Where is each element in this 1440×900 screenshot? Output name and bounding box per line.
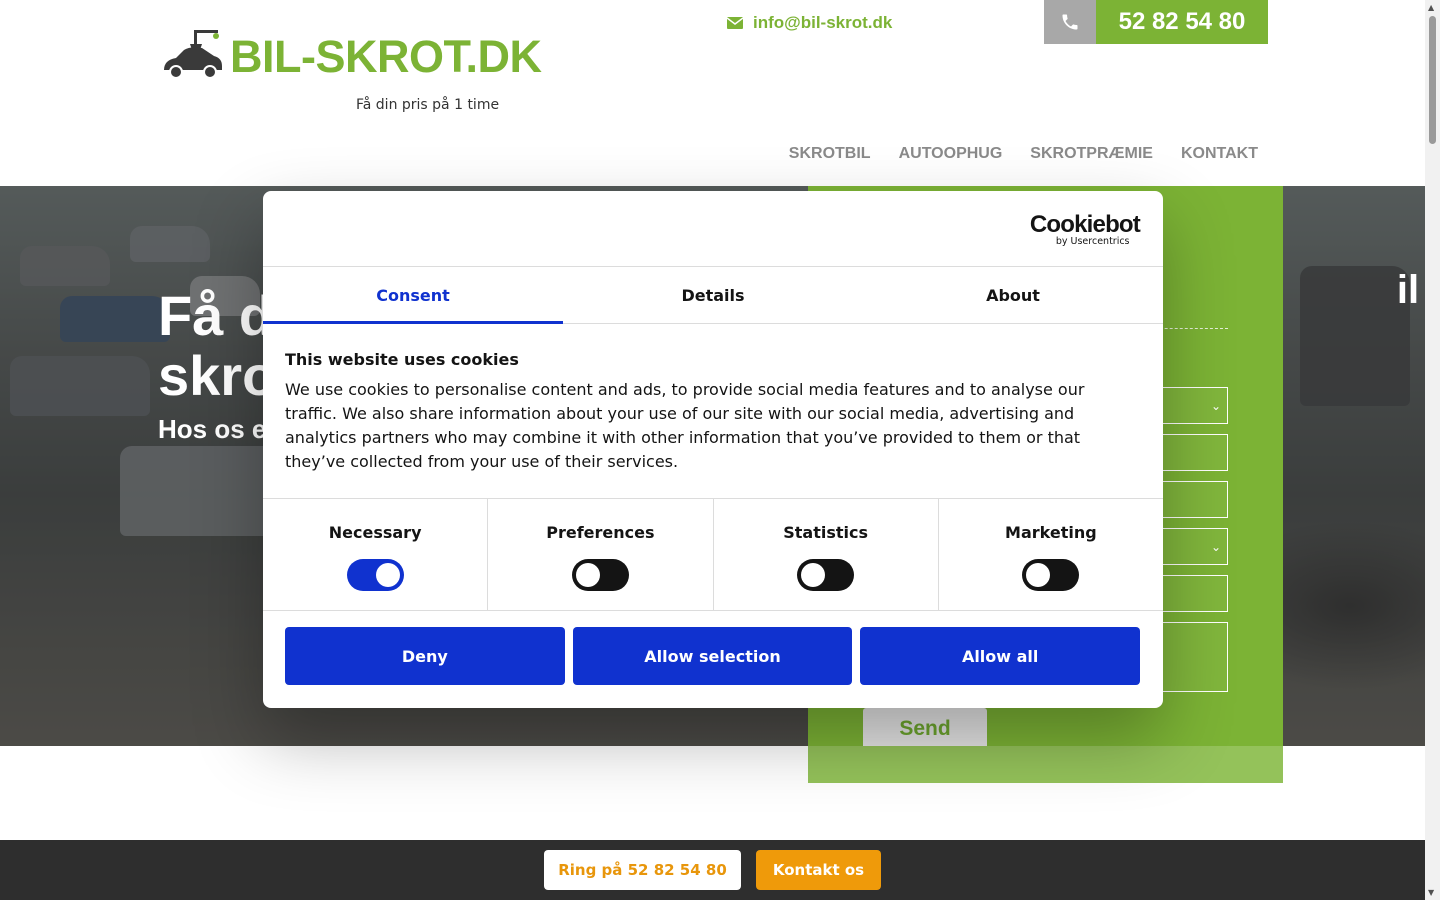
statistics-toggle[interactable] [797,559,855,591]
cookie-title: This website uses cookies [285,350,519,369]
nav-item-skrotpraemie[interactable]: SKROTPRÆMIE [1030,145,1153,163]
cookiebot-logo: Cookiebot by Usercentrics [1029,211,1141,247]
chevron-down-icon: ⌄ [1210,398,1221,413]
allow-all-button[interactable]: Allow all [860,627,1141,685]
allow-selection-button[interactable]: Allow selection [572,627,853,685]
cookie-preferences: Necessary Preferences Statistics Marketi… [263,498,1163,611]
pref-preferences-label: Preferences [546,523,655,542]
nav-item-autoophug[interactable]: AUTOOPHUG [899,145,1003,163]
cookie-description: We use cookies to personalise content an… [285,380,1085,471]
contact-button[interactable]: Kontakt os [756,850,881,890]
email-text: info@bil-skrot.dk [753,13,893,32]
chevron-down-icon: ⌄ [1210,539,1221,554]
scroll-up-arrow-icon[interactable]: ▲ [1428,3,1434,12]
cookiebot-brand-sub: by Usercentrics [1055,236,1130,247]
hero-title-line-2: skro [158,344,277,407]
cookie-actions: Deny Allow selection Allow all [285,627,1141,685]
hero-title: Få d skro [158,286,276,406]
pref-marketing: Marketing [939,499,1163,610]
logo-text: BIL-SKROT.DK [230,31,542,82]
car-crane-logo-icon [164,30,222,79]
pref-statistics-label: Statistics [783,523,868,542]
cookiebot-brand: Cookiebot [1029,211,1141,238]
send-button[interactable]: Send [863,708,987,750]
page-scrollbar[interactable]: ▲ ▼ [1425,0,1440,900]
main-nav: SKROTBIL AUTOOPHUG SKROTPRÆMIE KONTAKT [789,145,1258,163]
nav-item-skrotbil[interactable]: SKROTBIL [789,145,871,163]
pref-preferences: Preferences [488,499,714,610]
phone-button[interactable]: 52 82 54 80 [1044,0,1268,44]
pref-necessary-label: Necessary [328,523,422,542]
phone-icon [1044,0,1096,44]
tagline: Få din pris på 1 time [356,97,500,113]
phone-number: 52 82 54 80 [1096,0,1268,44]
site-logo[interactable]: BIL-SKROT.DK [158,28,542,84]
envelope-icon [727,17,743,29]
sticky-contact-bar: Ring på 52 82 54 80 Kontakt os [0,840,1425,900]
scroll-down-arrow-icon[interactable]: ▼ [1428,888,1434,897]
email-link[interactable]: info@bil-skrot.dk [727,11,892,35]
marketing-toggle[interactable] [1022,559,1080,591]
call-button[interactable]: Ring på 52 82 54 80 [544,850,741,890]
nav-item-kontakt[interactable]: KONTAKT [1181,145,1258,163]
tab-about[interactable]: About [863,267,1163,323]
hero-title-line-1: Få d [158,284,274,347]
pref-necessary: Necessary [263,499,489,610]
cookie-consent-dialog: Cookiebot by Usercentrics Consent Detail… [263,191,1163,708]
preferences-toggle[interactable] [571,559,629,591]
necessary-toggle[interactable] [346,559,404,591]
deny-button[interactable]: Deny [285,627,565,685]
pref-marketing-label: Marketing [1005,523,1097,542]
scroll-thumb[interactable] [1429,16,1436,144]
pref-statistics: Statistics [714,499,939,610]
hero-subtitle: Hos os e [158,414,267,444]
form-panel-footer [808,746,1283,783]
tab-consent[interactable]: Consent [263,267,563,324]
tab-details[interactable]: Details [563,267,863,323]
cookie-tabs: Consent Details About [263,266,1163,324]
page: BIL-SKROT.DK Få din pris på 1 time info@… [0,0,1440,900]
